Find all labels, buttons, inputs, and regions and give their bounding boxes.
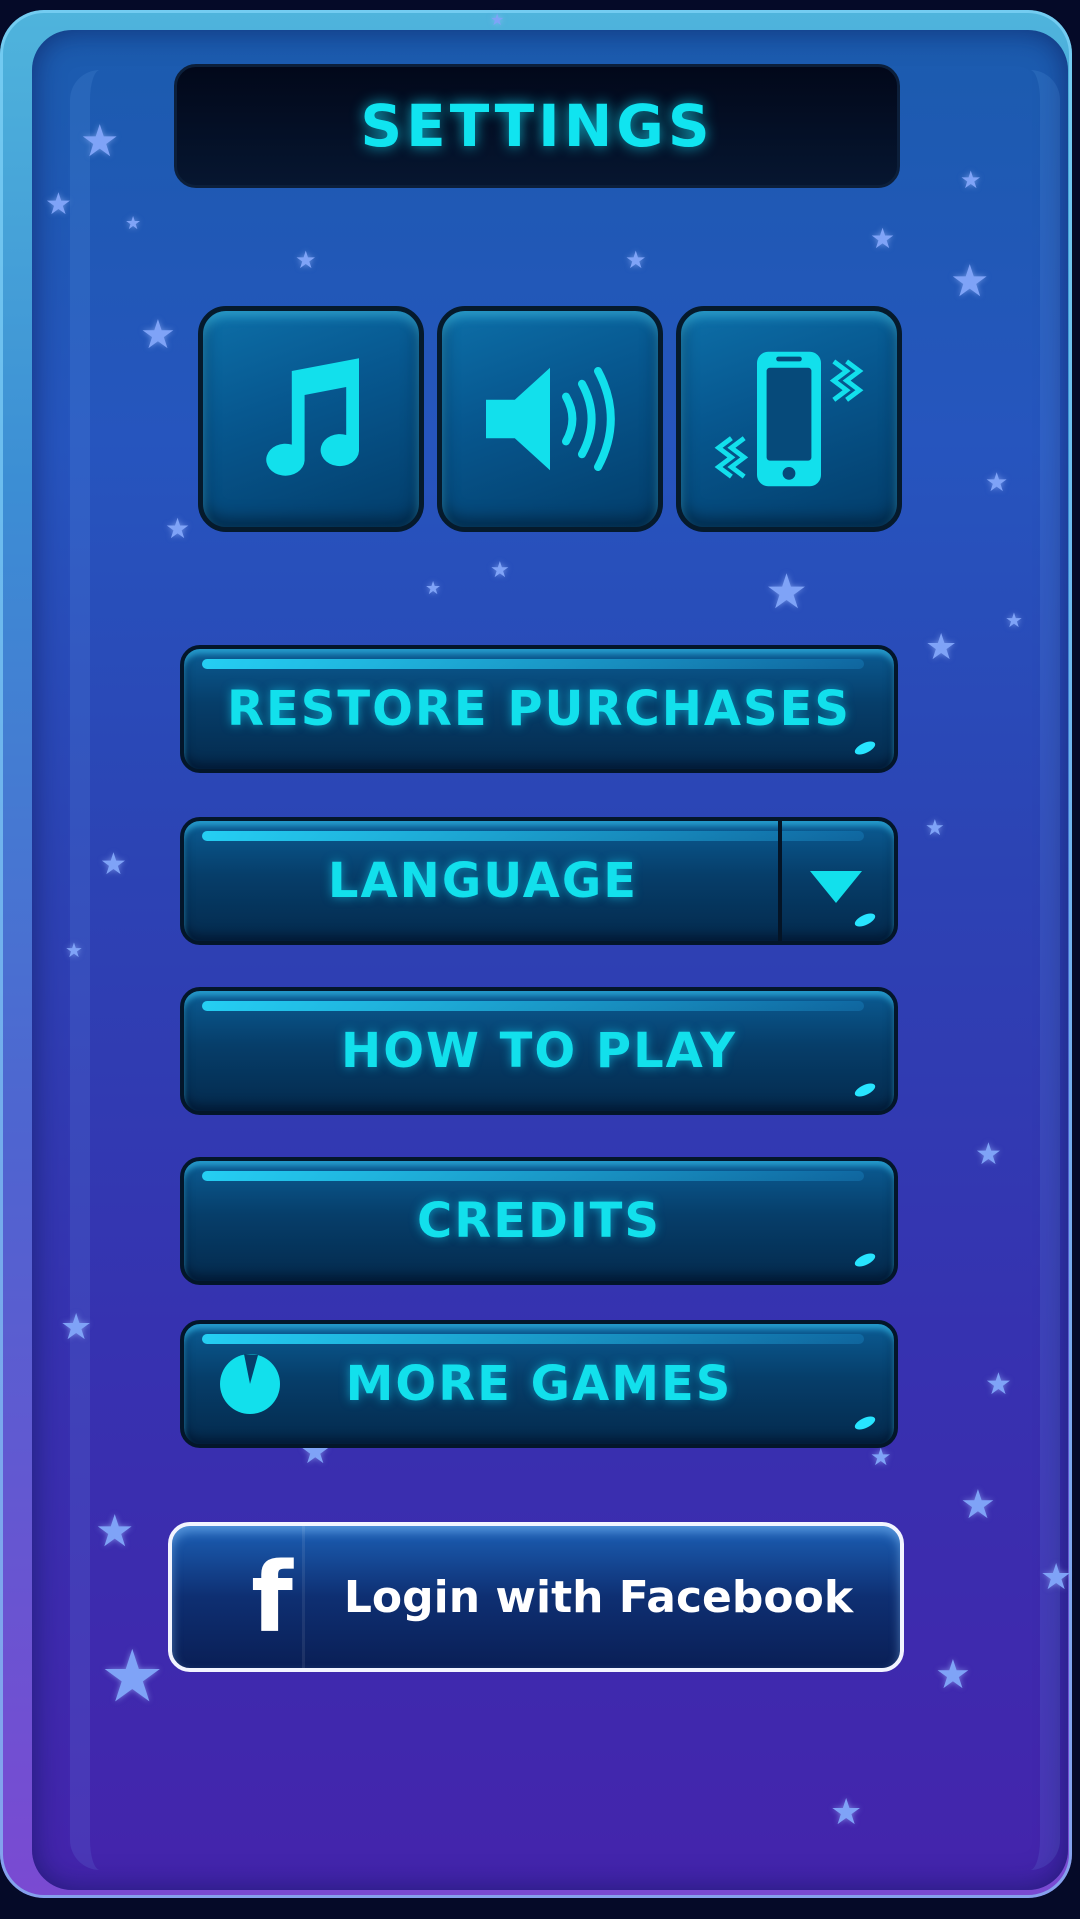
button-shine bbox=[202, 659, 864, 669]
title-bar: SETTINGS bbox=[174, 64, 900, 188]
language-label: LANGUAGE bbox=[327, 853, 639, 909]
button-shine bbox=[202, 1171, 864, 1181]
star-icon: ★ bbox=[960, 166, 982, 194]
button-highlight bbox=[852, 1250, 878, 1270]
music-note-icon bbox=[266, 358, 359, 476]
restore-purchases-button[interactable]: RESTORE PURCHASES bbox=[180, 645, 898, 773]
sound-toggle-button[interactable] bbox=[437, 306, 663, 532]
star-icon: ★ bbox=[950, 256, 990, 307]
star-icon: ★ bbox=[1040, 1557, 1073, 1598]
button-highlight bbox=[852, 1413, 878, 1433]
facebook-login-label: Login with Facebook bbox=[343, 1571, 854, 1623]
more-games-label: MORE GAMES bbox=[345, 1356, 733, 1412]
star-icon: ★ bbox=[960, 1482, 996, 1528]
star-icon: ★ bbox=[65, 938, 83, 962]
star-icon: ★ bbox=[925, 816, 945, 841]
star-icon: ★ bbox=[125, 213, 142, 234]
button-shine bbox=[202, 1334, 864, 1344]
facebook-divider bbox=[302, 1526, 305, 1668]
button-highlight bbox=[852, 738, 878, 758]
vibration-toggle-button[interactable] bbox=[676, 306, 902, 532]
button-highlight bbox=[852, 1080, 878, 1100]
star-icon: ★ bbox=[870, 1443, 892, 1471]
star-icon: ★ bbox=[165, 512, 191, 545]
star-icon: ★ bbox=[985, 1367, 1012, 1402]
star-icon: ★ bbox=[295, 246, 317, 274]
facebook-icon: f bbox=[251, 1542, 293, 1654]
star-icon: ★ bbox=[100, 1634, 165, 1718]
facebook-login-button[interactable]: f Login with Facebook bbox=[168, 1522, 904, 1672]
dropdown-divider bbox=[778, 821, 782, 941]
star-icon: ★ bbox=[140, 312, 176, 358]
star-icon: ★ bbox=[45, 187, 72, 222]
star-icon: ★ bbox=[80, 116, 120, 167]
star-icon: ★ bbox=[100, 847, 127, 882]
dropdown-arrow-icon[interactable] bbox=[810, 871, 862, 903]
music-toggle-button[interactable] bbox=[198, 306, 424, 532]
star-icon: ★ bbox=[425, 578, 442, 599]
how-to-play-button[interactable]: HOW TO PLAY bbox=[180, 987, 898, 1115]
button-shine bbox=[202, 831, 864, 841]
star-icon: ★ bbox=[765, 564, 809, 620]
button-highlight bbox=[852, 910, 878, 930]
how-to-play-label: HOW TO PLAY bbox=[341, 1023, 737, 1079]
star-icon: ★ bbox=[925, 627, 958, 668]
restore-purchases-label: RESTORE PURCHASES bbox=[227, 681, 851, 737]
star-icon: ★ bbox=[975, 1137, 1002, 1172]
star-icon: ★ bbox=[870, 222, 896, 255]
star-icon: ★ bbox=[1005, 608, 1023, 632]
star-icon: ★ bbox=[490, 10, 505, 29]
pie-timer-icon bbox=[220, 1354, 280, 1414]
more-games-button[interactable]: MORE GAMES bbox=[180, 1320, 898, 1448]
page-title: SETTINGS bbox=[360, 92, 714, 160]
language-dropdown[interactable]: LANGUAGE bbox=[180, 817, 898, 945]
star-icon: ★ bbox=[95, 1506, 135, 1557]
credits-button[interactable]: CREDITS bbox=[180, 1157, 898, 1285]
star-icon: ★ bbox=[830, 1792, 863, 1833]
credits-label: CREDITS bbox=[417, 1193, 661, 1249]
phone-vibrate-icon bbox=[714, 351, 864, 487]
star-icon: ★ bbox=[985, 468, 1009, 498]
star-icon: ★ bbox=[625, 246, 647, 274]
speaker-icon bbox=[486, 367, 615, 471]
button-shine bbox=[202, 1001, 864, 1011]
star-icon: ★ bbox=[935, 1652, 971, 1698]
star-icon: ★ bbox=[60, 1307, 93, 1348]
star-icon: ★ bbox=[490, 558, 510, 583]
